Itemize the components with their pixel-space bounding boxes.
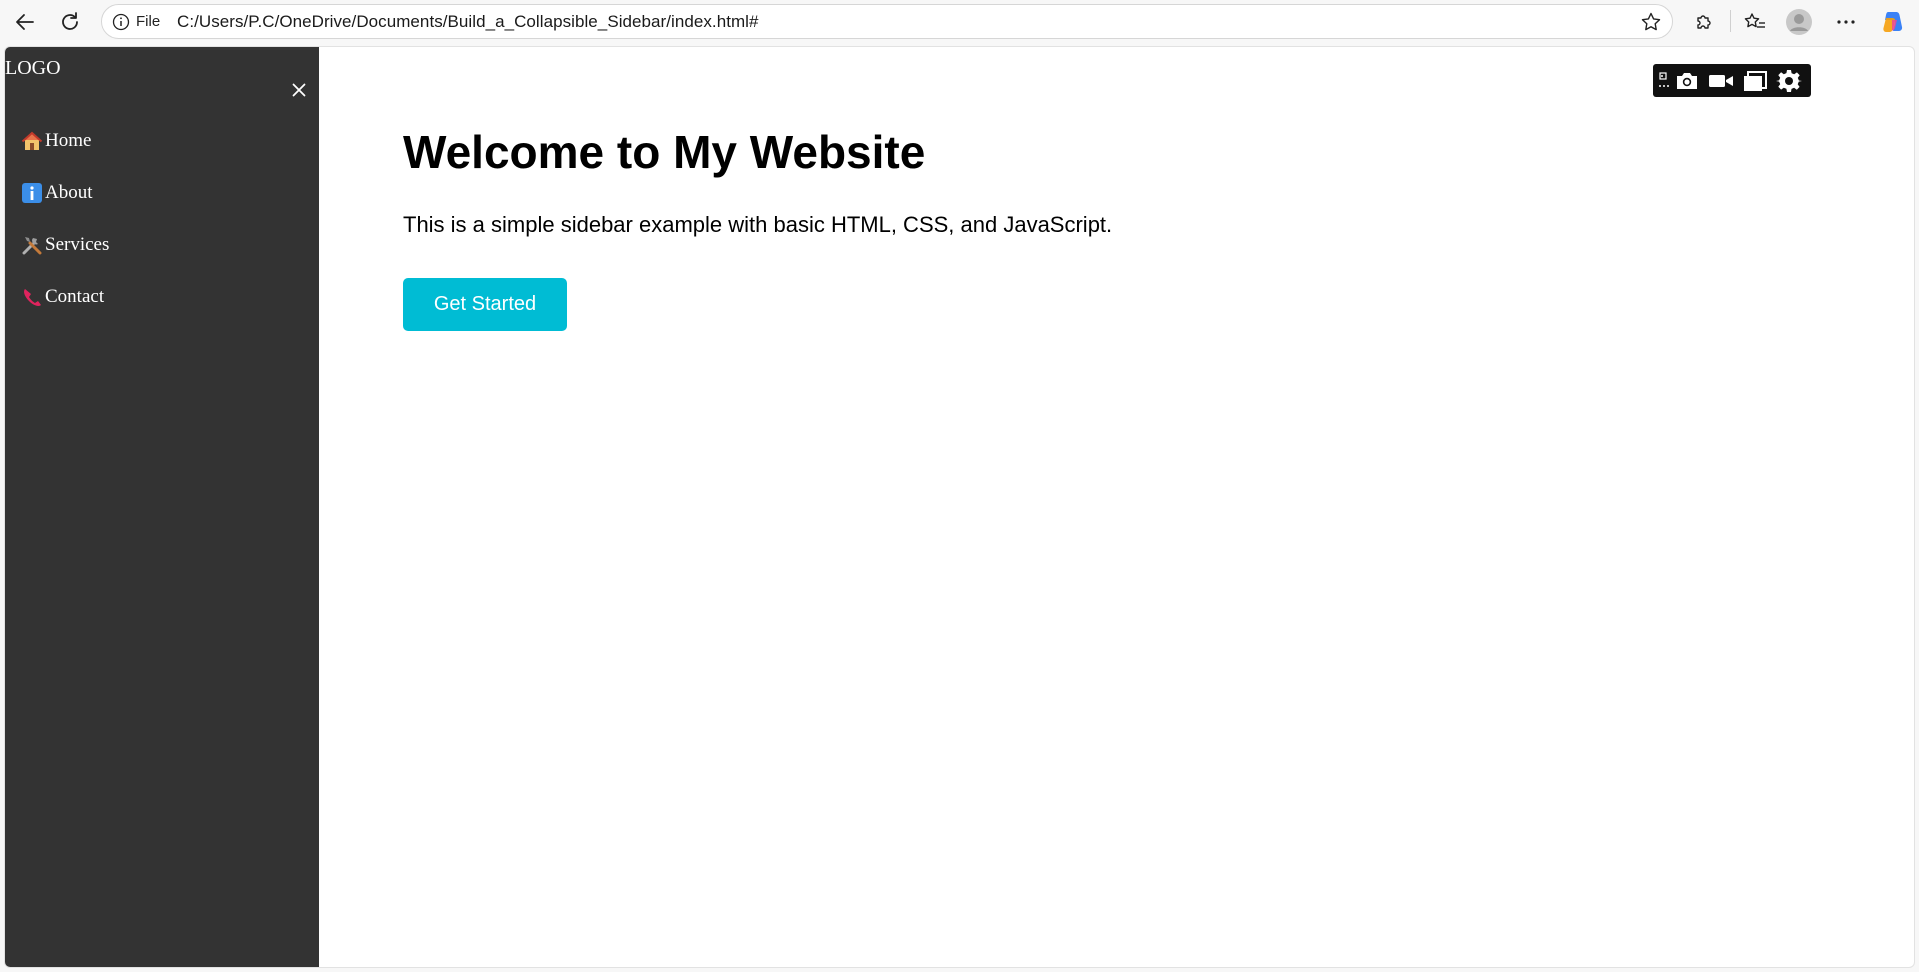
screenshot-camera-icon[interactable] [1673,69,1701,93]
extensions-button[interactable] [1690,8,1718,36]
protocol-label: File [136,13,161,30]
url-text[interactable]: C:/Users/P.C/OneDrive/Documents/Build_a_… [177,12,759,32]
reload-icon [62,12,78,30]
reload-button[interactable] [54,8,86,36]
sidebar-item-contact[interactable]: Contact [21,271,109,323]
profile-button[interactable] [1785,8,1813,36]
sidebar-item-services[interactable]: Services [21,219,109,271]
close-sidebar-button[interactable] [288,79,310,101]
info-icon[interactable] [112,13,130,31]
drag-handle-icon[interactable] [1657,69,1671,93]
capture-toolbar [1653,64,1811,97]
info-icon [21,182,43,204]
sidebar: LOGO Home About Services Contact [5,47,319,967]
get-started-button[interactable]: Get Started [403,278,567,331]
favorites-list-icon [1744,13,1765,28]
sidebar-item-home[interactable]: Home [21,115,109,167]
address-bar[interactable]: File C:/Users/P.C/OneDrive/Documents/Bui… [101,4,1673,39]
tools-icon [21,234,43,256]
close-icon [292,83,306,97]
avatar-icon [1786,9,1812,35]
phone-icon [21,286,43,308]
favorite-star-icon[interactable] [1640,11,1662,33]
more-options-button[interactable] [1832,8,1860,36]
sidebar-nav: Home About Services Contact [21,115,109,323]
video-record-icon[interactable] [1707,69,1735,93]
house-icon [21,130,43,152]
sidebar-item-about[interactable]: About [21,167,109,219]
more-dots-icon [1837,20,1855,24]
sidebar-item-label: Contact [45,286,105,307]
page-viewport: LOGO Home About Services Contact Welcome… [4,46,1915,968]
sidebar-item-label: About [45,182,93,203]
main-content: Welcome to My Website This is a simple s… [319,47,1914,967]
favorites-button[interactable] [1741,8,1769,36]
copilot-icon [1883,12,1903,32]
page-title: Welcome to My Website [403,126,926,178]
toolbar-divider [1730,10,1731,32]
settings-gear-icon[interactable] [1775,69,1803,93]
sidebar-item-label: Home [45,130,92,151]
sidebar-item-label: Services [45,234,110,255]
puzzle-icon [1697,15,1711,29]
back-button[interactable] [9,8,41,36]
page-description: This is a simple sidebar example with ba… [403,212,1113,237]
window-capture-icon[interactable] [1741,69,1769,93]
logo: LOGO [5,57,61,79]
copilot-button[interactable] [1879,8,1907,36]
browser-toolbar: File C:/Users/P.C/OneDrive/Documents/Bui… [0,0,1919,43]
back-arrow-icon [16,14,34,30]
